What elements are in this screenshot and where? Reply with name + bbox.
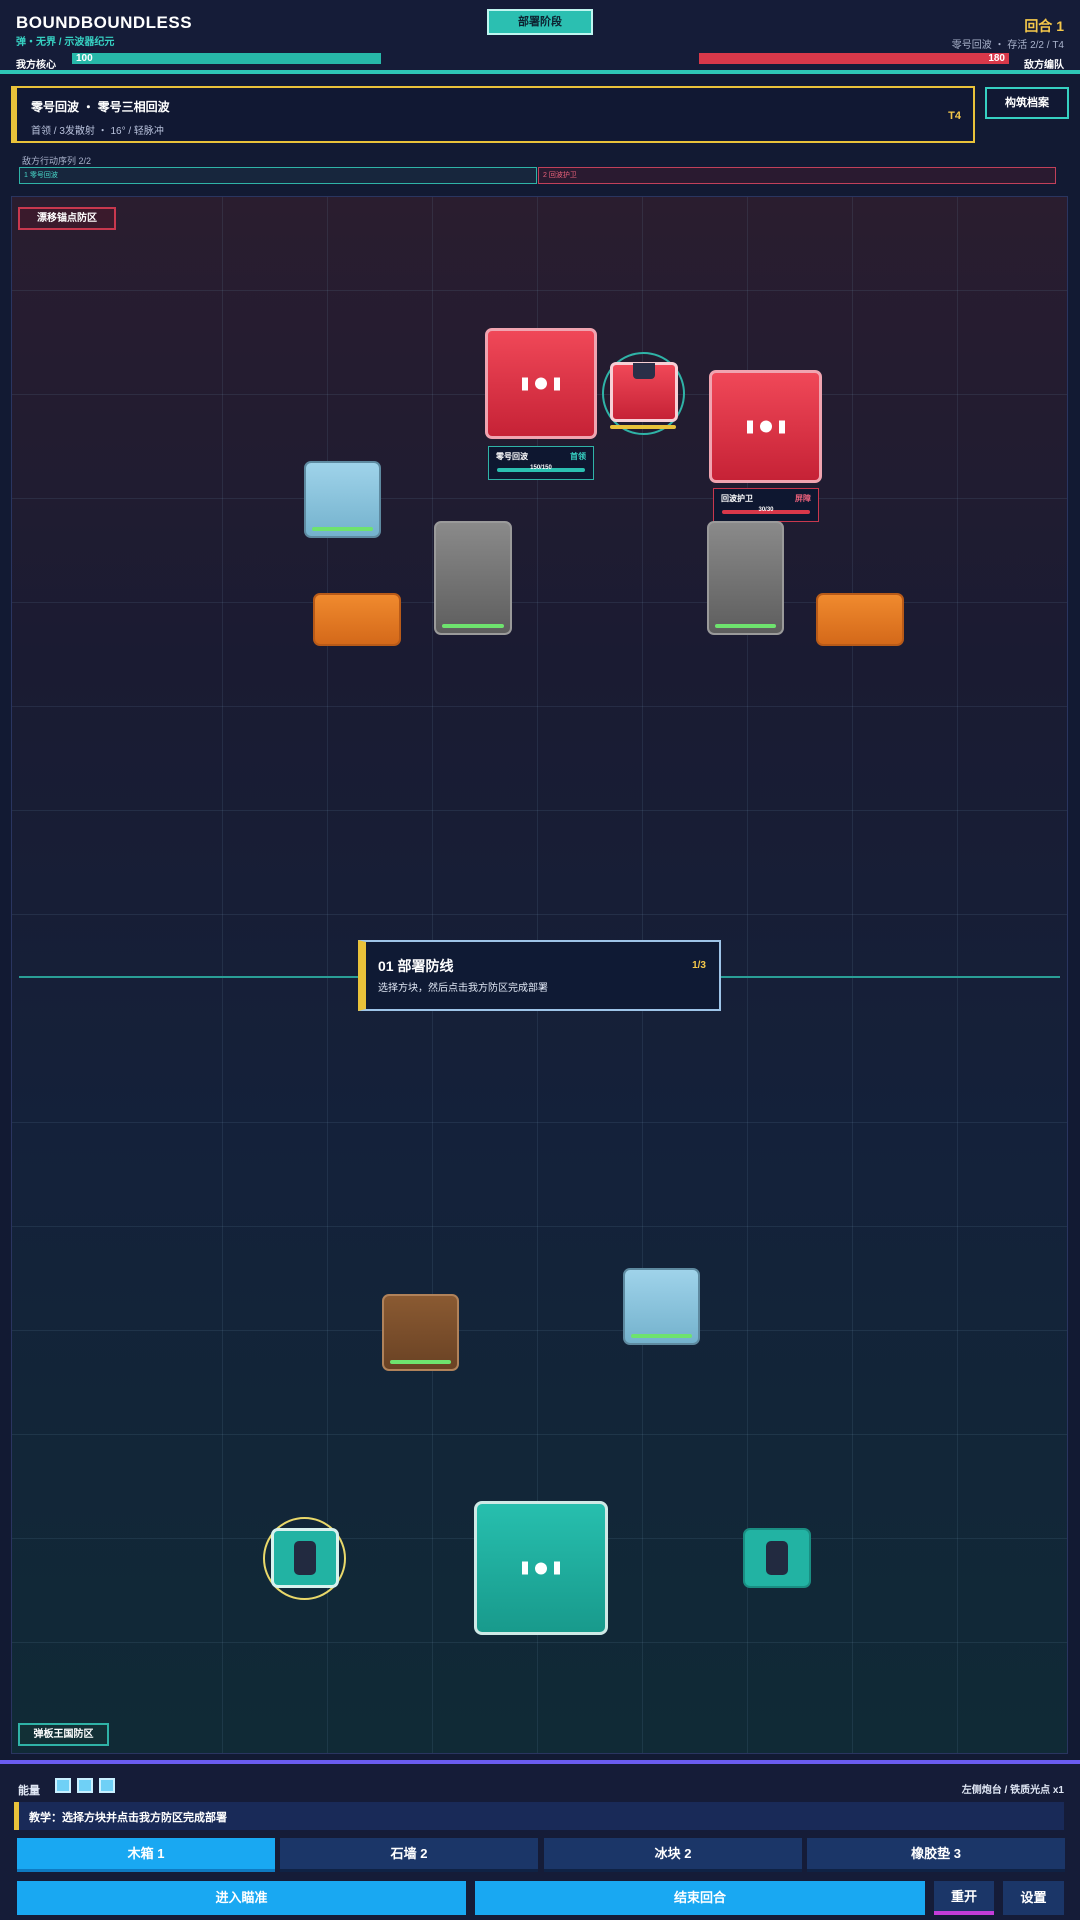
enemy-boss-block[interactable] xyxy=(485,328,597,439)
unit-name: 零号回波 xyxy=(496,452,528,461)
top-hud: BOUNDBOUNDLESS 弹・无界 / 示波器纪元 部署阶段 回合 1 零号… xyxy=(0,0,1080,74)
block-hp-bar xyxy=(715,624,776,628)
grid-line xyxy=(12,1226,1067,1227)
energy-pip-icon xyxy=(55,1778,71,1793)
grid-line xyxy=(222,197,223,1753)
energy-pip-icon xyxy=(77,1778,93,1793)
block-hp-bar xyxy=(312,527,373,531)
enemy-team-label: 敌方编队 xyxy=(1024,60,1064,71)
unit-name: 回波护卫 xyxy=(721,494,753,503)
enemy-queue-item: 2 回波护卫 xyxy=(538,167,1056,184)
rubber-pad-block[interactable] xyxy=(313,593,401,646)
block-button-ice[interactable]: 冰块 2 xyxy=(544,1838,802,1872)
turret-slot-icon xyxy=(766,1541,788,1575)
enter-aim-button[interactable]: 进入瞄准 xyxy=(17,1881,466,1915)
unit-hp-value: 30/30 xyxy=(758,507,774,513)
round-label: 回合 1 xyxy=(1024,18,1064,34)
turret-charge-bar xyxy=(610,425,676,429)
enemy-health-value: 180 xyxy=(988,53,1005,64)
unit-tag: 屏障 xyxy=(795,494,811,503)
turret-slot-icon xyxy=(294,1541,316,1575)
energy-label: 能量 xyxy=(18,1785,40,1797)
core-label: 我方核心 xyxy=(16,60,56,71)
boss-unit-card: 零号回波 首领 150/150 xyxy=(488,446,594,480)
bottom-control-panel: 能量 左侧炮台 / 铁质光点 x1 教学：选择方块并点击我方防区完成部署 木箱 … xyxy=(0,1760,1080,1920)
stone-wall-block[interactable] xyxy=(434,521,512,635)
unit-hp-value: 150/150 xyxy=(530,465,552,471)
block-button-stone-wall[interactable]: 石墙 2 xyxy=(280,1838,538,1872)
enemy-health-fill xyxy=(699,53,1009,64)
build-archive-button[interactable]: 构筑档案 xyxy=(985,87,1069,119)
face-icon xyxy=(746,420,785,433)
grid-line xyxy=(12,602,1067,603)
end-turn-button[interactable]: 结束回合 xyxy=(475,1881,925,1915)
tutorial-description: 选择方块，然后点击我方防区完成部署 xyxy=(378,983,548,994)
tutorial-dialog: 01 部署防线 选择方块，然后点击我方防区完成部署 1/3 xyxy=(358,940,721,1011)
unit-tag: 首领 xyxy=(570,452,586,461)
block-hp-bar xyxy=(442,624,504,628)
restart-button[interactable]: 重开 xyxy=(934,1881,994,1915)
enemy-guard-block[interactable] xyxy=(709,370,822,483)
ice-block[interactable] xyxy=(304,461,381,538)
turret-slot-icon xyxy=(633,363,655,379)
face-icon xyxy=(522,1561,560,1575)
grid-line xyxy=(12,706,1067,707)
grid-line xyxy=(12,290,1067,291)
energy-pip-icon xyxy=(99,1778,115,1793)
settings-button[interactable]: 设置 xyxy=(1003,1881,1064,1915)
player-left-turret[interactable] xyxy=(271,1528,339,1588)
player-zone-badge: 弹板王国防区 xyxy=(18,1723,109,1746)
grid-line xyxy=(12,498,1067,499)
boss-tier: T4 xyxy=(948,110,961,122)
tutorial-title: 01 部署防线 xyxy=(378,958,454,974)
core-health-value: 100 xyxy=(76,53,93,64)
boss-name: 零号回波 ・ 零号三相回波 xyxy=(31,100,170,114)
grid-line xyxy=(12,810,1067,811)
grid-line xyxy=(12,1642,1067,1643)
tutorial-step: 1/3 xyxy=(692,960,706,971)
hint-bar: 教学：选择方块并点击我方防区完成部署 xyxy=(14,1802,1064,1830)
core-health-bar: 100 xyxy=(72,53,381,64)
enemy-zone-badge: 漂移锚点防区 xyxy=(18,207,116,230)
block-button-rubber-pad[interactable]: 橡胶垫 3 xyxy=(807,1838,1065,1872)
boss-info-panel: 零号回波 ・ 零号三相回波 首领 / 3发散射 ・ 16° / 轻脉冲 T4 xyxy=(11,86,975,143)
block-hp-bar xyxy=(390,1360,451,1364)
grid-line xyxy=(327,197,328,1753)
game-subtitle: 弹・无界 / 示波器纪元 xyxy=(16,37,115,48)
grid-line xyxy=(12,914,1067,915)
enemy-queue-title: 敌方行动序列 2/2 xyxy=(22,156,92,166)
player-right-turret[interactable] xyxy=(743,1528,811,1588)
game-title: BOUNDBOUNDLESS xyxy=(16,13,193,32)
round-info: 零号回波 ・ 存活 2/2 / T4 xyxy=(951,40,1064,51)
hint-text: 教学：选择方块并点击我方防区完成部署 xyxy=(29,1812,227,1824)
enemy-queue-item: 1 零号回波 xyxy=(19,167,537,184)
core-health-fill xyxy=(72,53,381,64)
grid-line xyxy=(12,1122,1067,1123)
block-hp-bar xyxy=(631,1334,692,1338)
wooden-crate-block[interactable] xyxy=(382,1294,459,1371)
block-button-wood-crate[interactable]: 木箱 1 xyxy=(17,1838,275,1872)
ice-block[interactable] xyxy=(623,1268,700,1345)
stone-wall-block[interactable] xyxy=(707,521,784,635)
rubber-pad-block[interactable] xyxy=(816,593,904,646)
grid-line xyxy=(12,1434,1067,1435)
guard-unit-card: 回波护卫 屏障 30/30 xyxy=(713,488,819,522)
boss-description: 首领 / 3发散射 ・ 16° / 轻脉冲 xyxy=(31,126,164,137)
enemy-health-bar: 180 xyxy=(699,53,1009,64)
enemy-turret-block[interactable] xyxy=(610,362,678,422)
grid-line xyxy=(957,197,958,1753)
turret-info: 左侧炮台 / 铁质光点 x1 xyxy=(961,1785,1064,1796)
face-icon xyxy=(522,377,560,390)
player-core-block[interactable] xyxy=(474,1501,608,1635)
phase-badge: 部署阶段 xyxy=(487,9,593,35)
grid-line xyxy=(12,1330,1067,1331)
grid-line xyxy=(852,197,853,1753)
